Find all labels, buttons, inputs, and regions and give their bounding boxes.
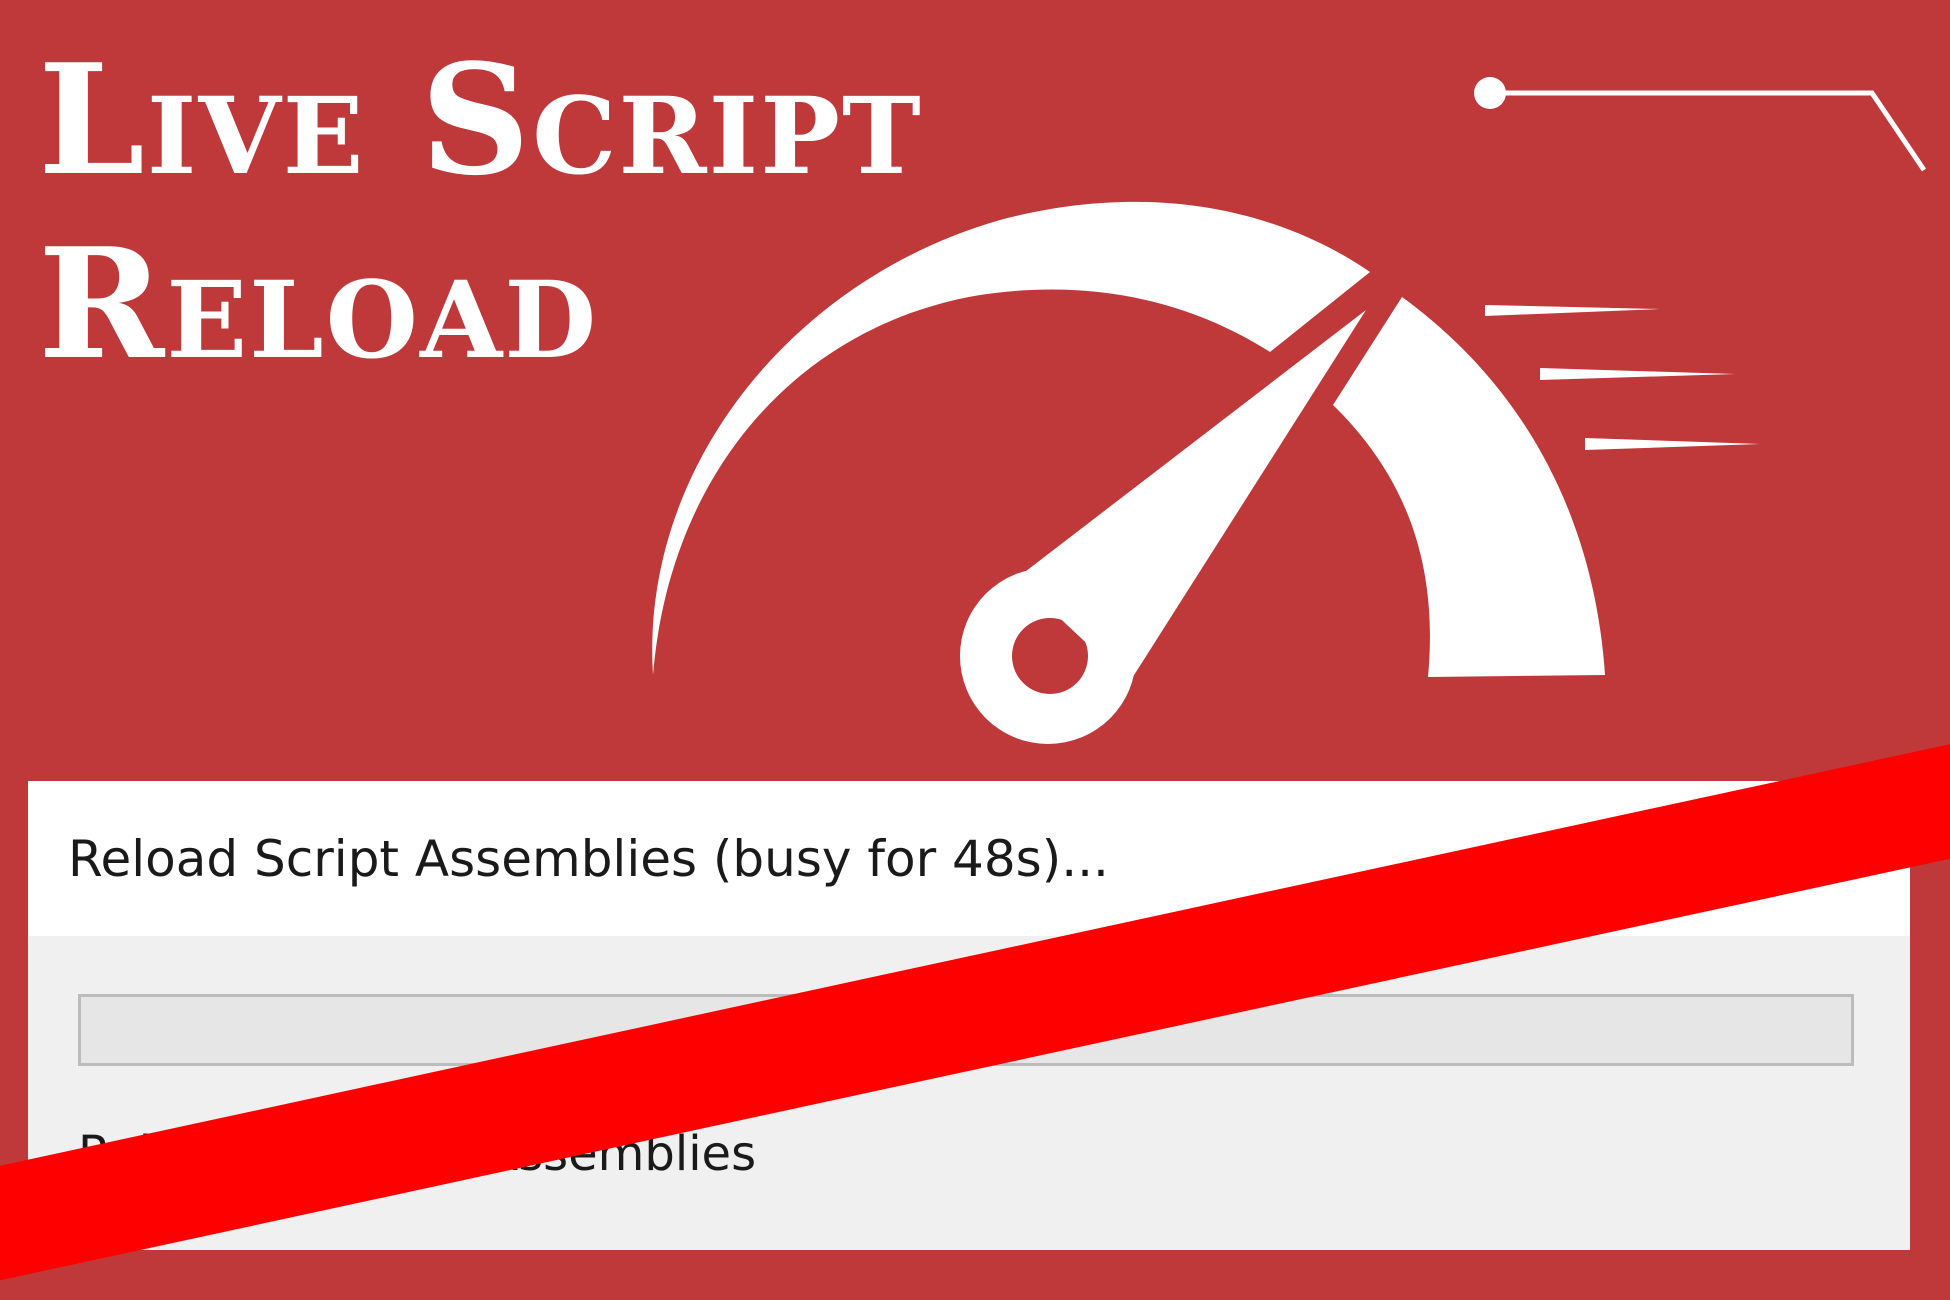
connector-line-icon (1474, 77, 1927, 172)
speedometer-icon (652, 201, 1760, 744)
dialog-title: Reload Script Assemblies (busy for 48s).… (68, 829, 1109, 888)
speed-line-3 (1585, 438, 1760, 450)
speed-line-1 (1485, 305, 1660, 316)
gauge-arc-right (1333, 297, 1605, 677)
gauge-hub (960, 568, 1136, 744)
gauge-needle (1017, 310, 1366, 683)
banner: Live Script Reload Reload Script Assembl… (0, 0, 1950, 1300)
connector-path (1490, 90, 1927, 172)
speed-line-2 (1540, 368, 1735, 380)
